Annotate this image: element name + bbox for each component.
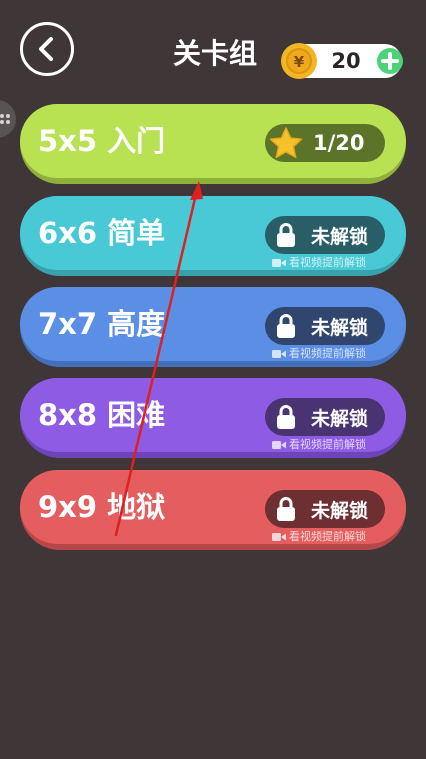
level-row-7x7[interactable]: 7x7 高度 未解锁 看视频提前解锁 bbox=[20, 287, 406, 367]
level-row-8x8[interactable]: 8x8 困难 未解锁 看视频提前解锁 bbox=[20, 378, 406, 458]
video-hint-text: 看视频提前解锁 bbox=[289, 530, 366, 543]
video-icon bbox=[272, 533, 286, 541]
level-name: 9x9 地狱 bbox=[38, 490, 166, 524]
plus-icon[interactable] bbox=[376, 47, 404, 75]
watch-video-unlock-link[interactable]: 看视频提前解锁 bbox=[272, 530, 366, 544]
watch-video-unlock-link[interactable]: 看视频提前解锁 bbox=[272, 347, 366, 361]
locked-badge: 未解锁 bbox=[265, 216, 385, 254]
grid-icon bbox=[0, 114, 10, 124]
locked-text: 未解锁 bbox=[311, 499, 369, 522]
page-title: 关卡组 bbox=[172, 37, 257, 70]
video-icon bbox=[272, 441, 286, 449]
watch-video-unlock-link[interactable]: 看视频提前解锁 bbox=[272, 438, 366, 452]
video-hint-text: 看视频提前解锁 bbox=[289, 256, 366, 269]
video-icon bbox=[272, 350, 286, 358]
locked-text: 未解锁 bbox=[311, 316, 369, 339]
progress-text: 1/20 bbox=[313, 131, 365, 155]
locked-text: 未解锁 bbox=[311, 225, 369, 248]
level-name: 5x5 入门 bbox=[38, 124, 166, 158]
video-hint-text: 看视频提前解锁 bbox=[289, 438, 366, 451]
locked-text: 未解锁 bbox=[311, 407, 369, 430]
star-icon bbox=[269, 127, 303, 159]
chevron-left-icon bbox=[39, 37, 53, 61]
watch-video-unlock-link[interactable]: 看视频提前解锁 bbox=[272, 256, 366, 270]
video-icon bbox=[272, 259, 286, 267]
video-hint-text: 看视频提前解锁 bbox=[289, 347, 366, 360]
lock-icon bbox=[277, 314, 295, 338]
coin-count: 20 bbox=[331, 49, 361, 73]
progress-badge: 1/20 bbox=[265, 124, 385, 162]
level-row-6x6[interactable]: 6x6 简单 未解锁 看视频提前解锁 bbox=[20, 196, 406, 276]
locked-badge: 未解锁 bbox=[265, 490, 385, 528]
locked-badge: 未解锁 bbox=[265, 307, 385, 345]
lock-icon bbox=[277, 497, 295, 521]
level-row-5x5[interactable]: 5x5 入门 1/20 bbox=[20, 104, 406, 184]
locked-badge: 未解锁 bbox=[265, 398, 385, 436]
lock-icon bbox=[277, 223, 295, 247]
back-button[interactable] bbox=[20, 22, 74, 76]
level-name: 6x6 简单 bbox=[38, 216, 166, 250]
side-menu-handle[interactable] bbox=[0, 100, 16, 138]
level-row-9x9[interactable]: 9x9 地狱 未解锁 看视频提前解锁 bbox=[20, 470, 406, 550]
level-name: 7x7 高度 bbox=[38, 307, 166, 341]
level-name: 8x8 困难 bbox=[38, 398, 166, 432]
coin-icon: ¥ bbox=[281, 43, 317, 79]
svg-text:¥: ¥ bbox=[294, 53, 305, 71]
lock-icon bbox=[277, 405, 295, 429]
level-select-screen: 关卡组 ¥ 20 5x5 入门 1/20 6x6 简单 未解锁 看视频提前解锁 … bbox=[0, 0, 426, 759]
